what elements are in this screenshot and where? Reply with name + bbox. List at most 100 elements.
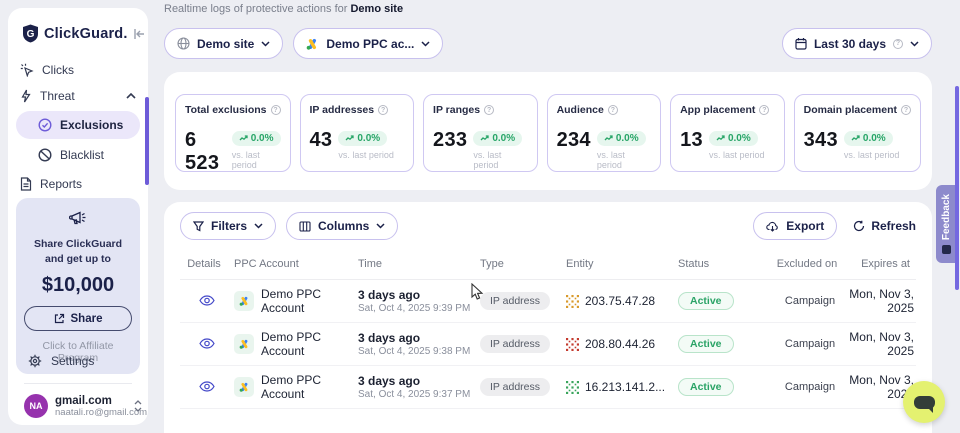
app-logo-text: ClickGuard. [44, 26, 128, 42]
type-badge: IP address [480, 292, 550, 310]
chevron-down-icon [254, 223, 263, 229]
subtitle-site-name: Demo site [350, 3, 403, 15]
table-row: Demo PPC Account 3 days agoSat, Oct 4, 2… [180, 280, 916, 323]
sidebar-item-label: Exclusions [60, 118, 130, 132]
promo-amount: $10,000 [24, 274, 132, 297]
sidebar-divider [24, 383, 132, 384]
sidebar-item-settings[interactable]: Settings [16, 348, 140, 374]
calendar-icon [795, 37, 807, 50]
refresh-button[interactable]: Refresh [853, 219, 916, 233]
time-relative: 3 days ago [358, 374, 480, 388]
sidebar-item-reports[interactable]: Reports [8, 171, 148, 197]
type-badge: IP address [480, 378, 550, 396]
info-icon[interactable]: ? [271, 105, 281, 115]
refresh-label: Refresh [871, 219, 916, 233]
export-label: Export [786, 219, 824, 233]
trend-up-icon [604, 135, 613, 142]
stat-label: Domain placement [804, 104, 897, 116]
document-icon [20, 177, 32, 191]
megaphone-icon [69, 210, 87, 226]
google-ads-icon [234, 334, 254, 354]
excluded-on-value: Campaign [776, 381, 844, 393]
logs-table-panel: Filters Columns Export [164, 202, 932, 433]
trend-up-icon [480, 135, 489, 142]
promo-title: Share ClickGuard and get up to [24, 237, 132, 267]
main-content: Realtime logs of protective actions for … [164, 0, 932, 433]
account-name: gmail.com [55, 395, 127, 407]
ppc-account-filter-dropdown[interactable]: Demo PPC ac... [293, 28, 443, 59]
sidebar-collapse-icon[interactable] [133, 28, 146, 40]
chevron-down-icon [421, 41, 430, 47]
site-filter-label: Demo site [197, 37, 254, 51]
date-range-dropdown[interactable]: Last 30 days ? [782, 28, 932, 59]
entity-identicon [566, 381, 579, 394]
google-ads-icon [306, 38, 319, 50]
gear-icon [28, 354, 42, 368]
view-details-button[interactable] [197, 379, 217, 394]
stat-label: IP addresses [310, 104, 375, 116]
ppc-account-name: Demo PPC Account [261, 373, 358, 401]
stat-period: vs. last period [709, 150, 765, 160]
columns-dropdown[interactable]: Columns [286, 212, 398, 240]
check-circle-icon [38, 118, 52, 132]
sidebar-item-threat[interactable]: Threat [8, 83, 148, 109]
status-badge: Active [678, 335, 734, 353]
view-details-button[interactable] [197, 293, 217, 308]
time-relative: 3 days ago [358, 288, 480, 302]
sidebar: G ClickGuard. Clicks Threat Exclusions B… [8, 8, 148, 425]
stat-delta: 0.0% [616, 133, 639, 144]
stat-value: 43 [310, 129, 333, 152]
stat-value: 13 [680, 129, 703, 152]
col-header-expires-at[interactable]: Expires at [844, 258, 916, 270]
info-icon[interactable]: ? [608, 105, 618, 115]
filter-bar: Demo site Demo PPC ac... Last 30 days ? [164, 28, 932, 59]
col-header-type[interactable]: Type [480, 258, 566, 270]
share-button[interactable]: Share [24, 306, 132, 331]
chat-button[interactable] [903, 381, 945, 423]
stat-label: Total exclusions [185, 104, 267, 116]
google-ads-icon [234, 377, 254, 397]
sidebar-item-label: Threat [40, 89, 118, 103]
sidebar-item-label: Clicks [42, 63, 136, 77]
stat-delta: 0.0% [863, 133, 886, 144]
sidebar-item-clicks[interactable]: Clicks [8, 57, 148, 83]
col-header-status[interactable]: Status [678, 258, 776, 270]
col-header-entity[interactable]: Entity [566, 258, 678, 270]
feedback-tab[interactable]: Feedback [936, 185, 957, 263]
entity-value: 16.213.141.2... [585, 380, 665, 394]
info-icon[interactable]: ? [378, 105, 388, 115]
chevron-down-icon [261, 41, 270, 47]
avatar: NA [24, 394, 48, 418]
account-menu[interactable]: NA gmail.com naatali.ro@gmail.com [16, 394, 142, 418]
col-header-details[interactable]: Details [180, 258, 234, 270]
sidebar-item-blacklist[interactable]: Blacklist [16, 141, 140, 169]
time-exact: Sat, Oct 4, 2025 9:37 PM [358, 389, 480, 400]
excluded-on-value: Campaign [776, 295, 844, 307]
export-button[interactable]: Export [753, 212, 837, 240]
stat-value: 6 523 [185, 129, 226, 175]
stat-card-ip-addresses: IP addresses? 43 0.0% vs. last period [300, 94, 415, 172]
col-header-ppc-account[interactable]: PPC Account [234, 258, 358, 270]
expires-at-value: Mon, Nov 3, 2025 [844, 330, 916, 358]
filters-dropdown[interactable]: Filters [180, 212, 276, 240]
stat-period: vs. last period [338, 150, 394, 160]
cloud-download-icon [766, 221, 779, 232]
stat-card-app-placement: App placement? 13 0.0% vs. last period [670, 94, 785, 172]
ppc-account-filter-label: Demo PPC ac... [326, 37, 414, 51]
entity-identicon [566, 338, 579, 351]
ppc-account-name: Demo PPC Account [261, 287, 358, 315]
info-icon[interactable]: ? [484, 105, 494, 115]
view-details-button[interactable] [197, 336, 217, 351]
table-toolbar: Filters Columns Export [180, 212, 916, 240]
entity-value: 208.80.44.26 [585, 337, 655, 351]
account-email: naatali.ro@gmail.com [55, 407, 127, 418]
sidebar-scrollbar[interactable] [145, 97, 149, 185]
col-header-time[interactable]: Time [358, 258, 480, 270]
page-scrollbar[interactable] [955, 86, 959, 290]
stat-period: vs. last period [844, 150, 900, 160]
site-filter-dropdown[interactable]: Demo site [164, 28, 283, 59]
info-icon[interactable]: ? [759, 105, 769, 115]
sidebar-item-exclusions[interactable]: Exclusions [16, 111, 140, 139]
col-header-excluded-on[interactable]: Excluded on [776, 258, 844, 270]
info-icon[interactable]: ? [901, 105, 911, 115]
